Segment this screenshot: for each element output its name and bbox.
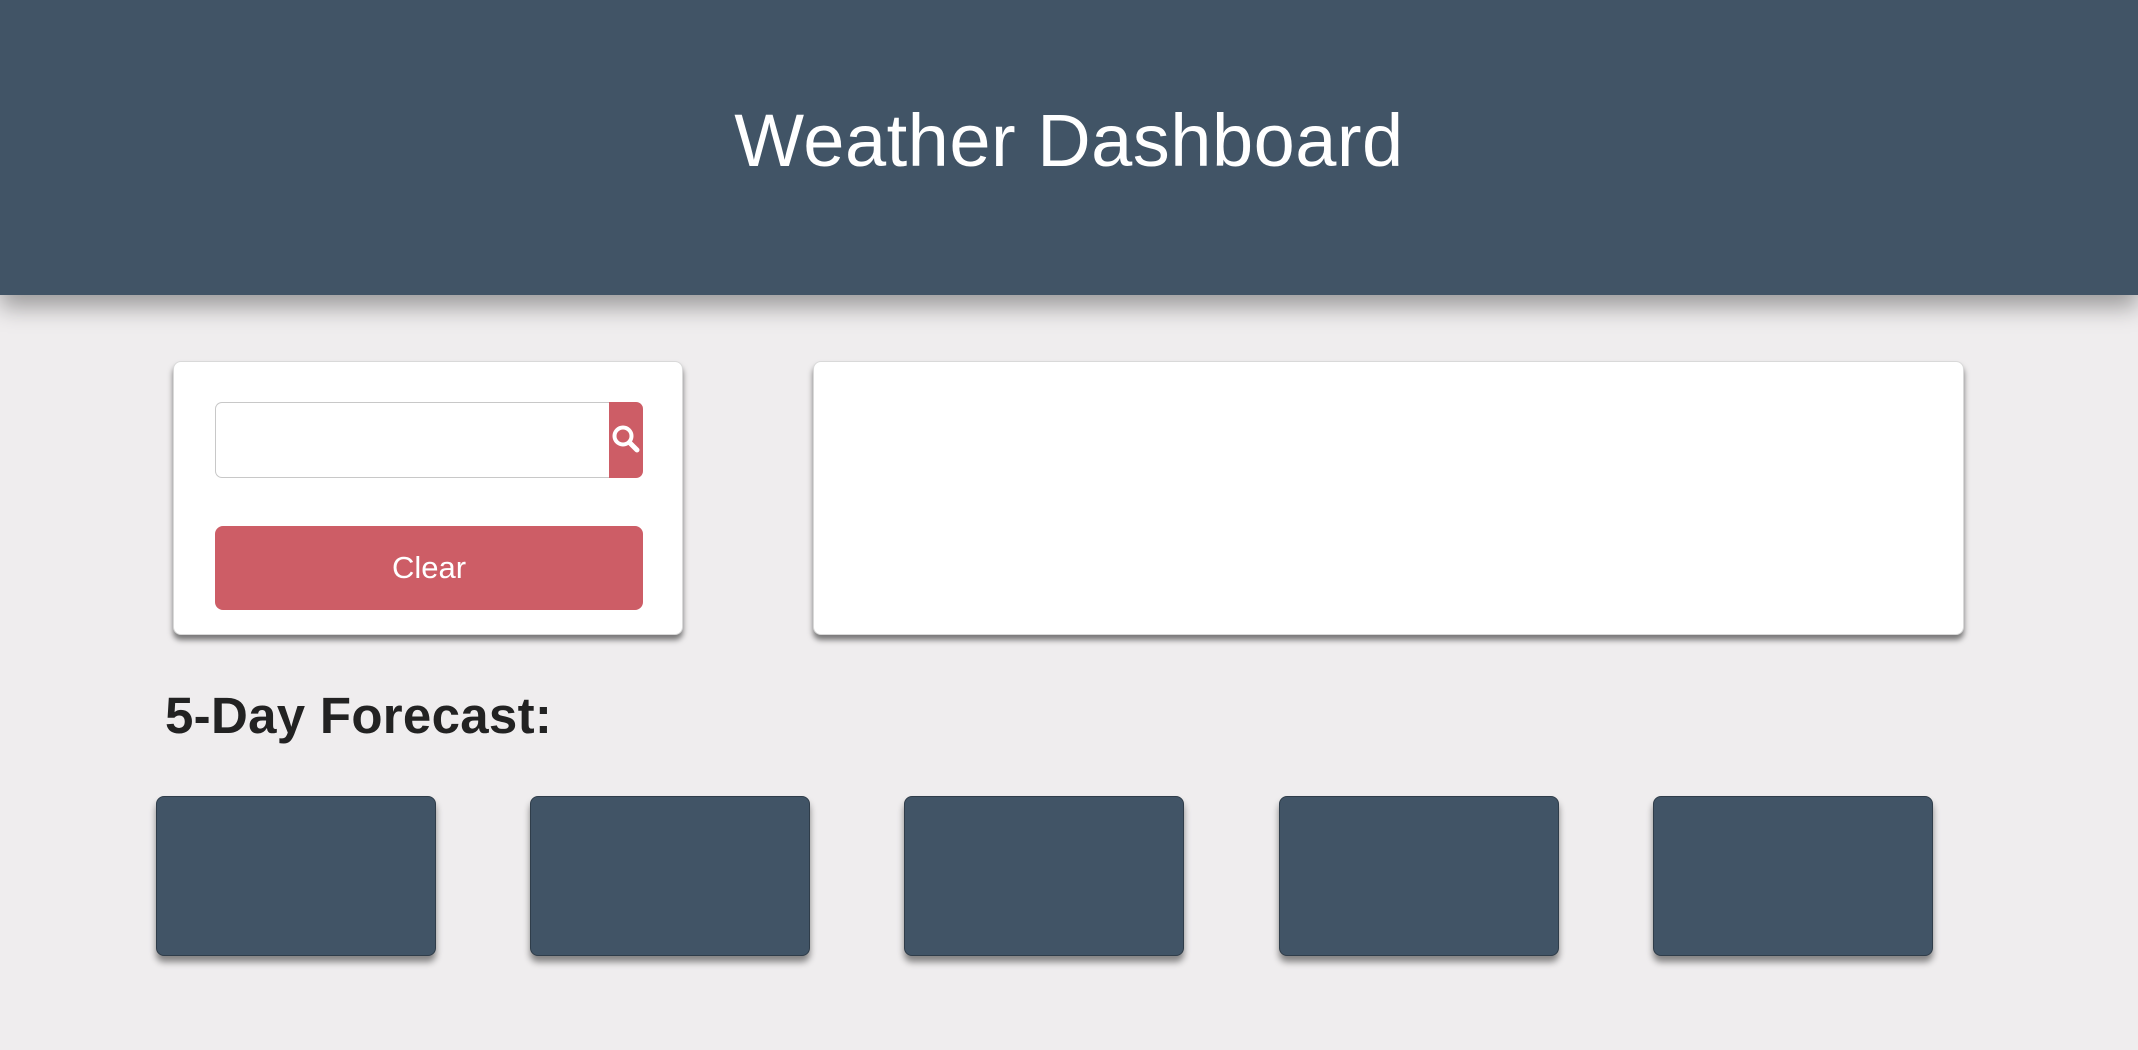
current-weather-panel bbox=[813, 361, 1964, 635]
page-title: Weather Dashboard bbox=[734, 99, 1404, 182]
forecast-card-day-5 bbox=[1653, 796, 1933, 956]
search-icon bbox=[610, 423, 642, 458]
forecast-card-day-1 bbox=[156, 796, 436, 956]
forecast-card-day-2 bbox=[530, 796, 810, 956]
search-panel: Clear bbox=[173, 361, 683, 635]
search-group bbox=[215, 402, 643, 478]
city-search-input[interactable] bbox=[215, 402, 609, 478]
app-header: Weather Dashboard bbox=[0, 0, 2138, 295]
forecast-heading: 5-Day Forecast: bbox=[165, 687, 553, 744]
search-button[interactable] bbox=[609, 402, 643, 478]
forecast-card-day-4 bbox=[1279, 796, 1559, 956]
clear-button[interactable]: Clear bbox=[215, 526, 643, 610]
forecast-card-day-3 bbox=[904, 796, 1184, 956]
